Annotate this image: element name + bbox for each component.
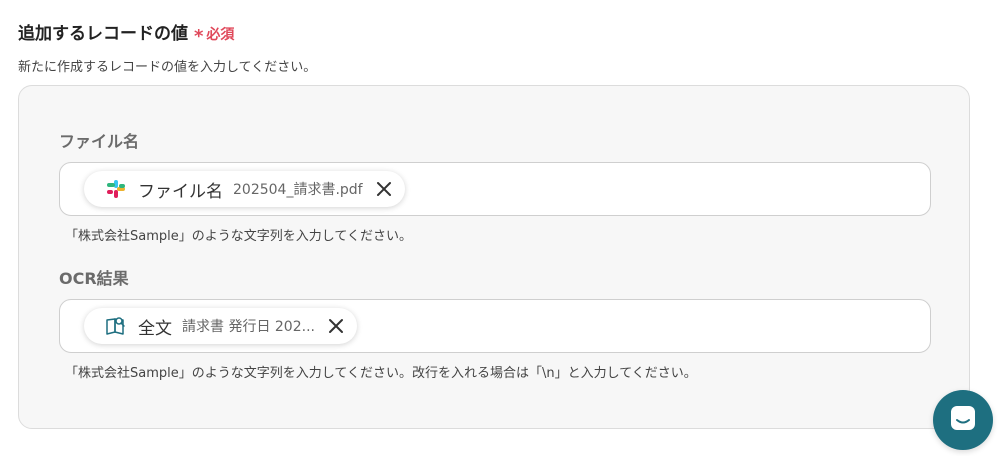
required-indicator: * 必須: [194, 24, 235, 47]
chat-icon: [948, 403, 978, 437]
slack-icon: [104, 177, 128, 201]
chip-title: 全文: [138, 318, 172, 339]
required-label: 必須: [206, 27, 235, 43]
close-icon[interactable]: [325, 315, 347, 337]
ocr-result-input[interactable]: 全文 請求書 発行日 202...: [59, 299, 931, 353]
section-title: 追加するレコードの値 * 必須: [18, 19, 235, 47]
chat-support-button[interactable]: [933, 390, 993, 450]
section-description: 新たに作成するレコードの値を入力してください。: [18, 60, 317, 75]
fields-panel: ファイル名 ファイル名 202504_請求書.pdf 「株式会社Sample」の…: [18, 85, 970, 429]
chip-value: 202504_請求書.pdf: [233, 182, 363, 198]
ocr-variable-chip[interactable]: 全文 請求書 発行日 202...: [84, 308, 357, 344]
chip-title: ファイル名: [138, 181, 223, 202]
chip-value: 請求書 発行日 202...: [182, 319, 315, 335]
field-hint-ocr: 「株式会社Sample」のような文字列を入力してください。改行を入れる場合は「\…: [65, 366, 697, 381]
ocr-book-icon: [104, 314, 128, 338]
section-title-text: 追加するレコードの値: [18, 24, 188, 44]
required-asterisk: *: [194, 26, 204, 47]
field-label-ocr: OCR結果: [59, 269, 129, 288]
close-icon[interactable]: [373, 178, 395, 200]
field-label-filename: ファイル名: [59, 132, 140, 151]
filename-input[interactable]: ファイル名 202504_請求書.pdf: [59, 162, 931, 216]
field-hint-filename: 「株式会社Sample」のような文字列を入力してください。: [65, 229, 412, 244]
record-values-form: 追加するレコードの値 * 必須 新たに作成するレコードの値を入力してください。 …: [0, 0, 1004, 456]
filename-variable-chip[interactable]: ファイル名 202504_請求書.pdf: [84, 171, 405, 207]
